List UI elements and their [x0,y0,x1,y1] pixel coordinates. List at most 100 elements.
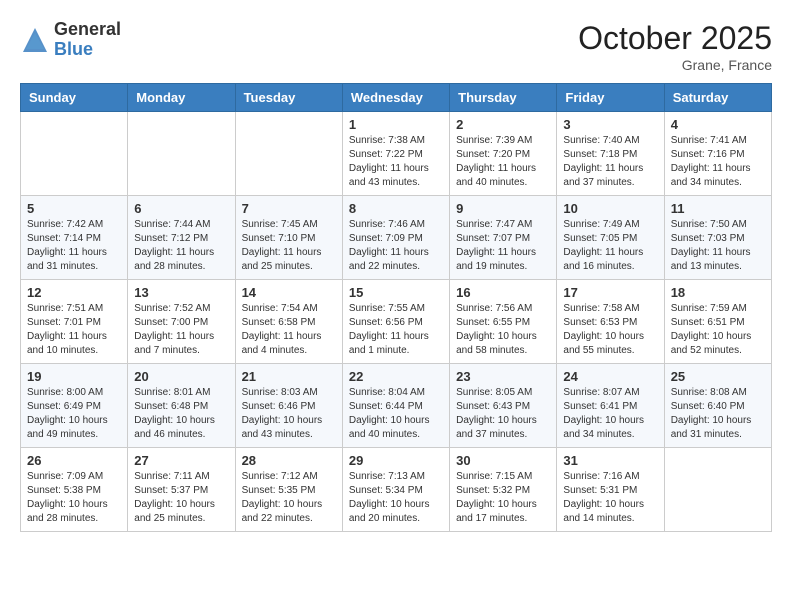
day-cell: 25 Sunrise: 8:08 AM Sunset: 6:40 PM Dayli… [664,364,771,448]
day-cell: 6Sunrise: 7:44 AM Sunset: 7:12 PM Daylig… [128,196,235,280]
day-info: Sunrise: 7:38 AM Sunset: 7:22 PM Dayligh… [349,134,443,190]
day-cell: 17 Sunrise: 7:58 AM Sunset: 6:53 PM Dayli… [557,280,664,364]
day-info: Sunrise: 7:39 AM Sunset: 7:20 PM Dayligh… [456,134,550,190]
header-friday: Friday [557,84,664,112]
day-cell: 21 Sunrise: 8:03 AM Sunset: 6:46 PM Dayli… [235,364,342,448]
day-cell: 19 Sunrise: 8:00 AM Sunset: 6:49 PM Dayli… [21,364,128,448]
day-number: 16 [456,285,550,300]
title-block: October 2025 Grane, France [578,20,772,73]
day-info: Sunrise: 7:42 AM Sunset: 7:14 PM Dayligh… [27,218,121,274]
month-title: October 2025 [578,20,772,57]
header: General Blue October 2025 Grane, France [20,20,772,73]
day-cell: 13Sunrise: 7:52 AM Sunset: 7:00 PM Dayli… [128,280,235,364]
day-cell: 27 Sunrise: 7:11 AM Sunset: 5:37 PM Dayli… [128,448,235,532]
day-info: Sunrise: 8:07 AM Sunset: 6:41 PM Dayligh… [563,386,657,442]
day-cell: 4 Sunrise: 7:41 AM Sunset: 7:16 PM Daylig… [664,112,771,196]
day-number: 19 [27,369,121,384]
day-number: 29 [349,453,443,468]
day-number: 3 [563,117,657,132]
location: Grane, France [578,57,772,73]
day-info: Sunrise: 7:46 AM Sunset: 7:09 PM Dayligh… [349,218,443,274]
logo-general: General [54,20,121,40]
day-info: Sunrise: 8:08 AM Sunset: 6:40 PM Dayligh… [671,386,765,442]
week-row-1: 1 Sunrise: 7:38 AM Sunset: 7:22 PM Daylig… [21,112,772,196]
day-info: Sunrise: 7:56 AM Sunset: 6:55 PM Dayligh… [456,302,550,358]
header-sunday: Sunday [21,84,128,112]
day-number: 21 [242,369,336,384]
day-cell [21,112,128,196]
day-info: Sunrise: 7:52 AM Sunset: 7:00 PM Dayligh… [134,302,228,358]
day-cell [235,112,342,196]
day-cell: 3 Sunrise: 7:40 AM Sunset: 7:18 PM Daylig… [557,112,664,196]
day-cell: 22Sunrise: 8:04 AM Sunset: 6:44 PM Dayli… [342,364,449,448]
day-cell: 16 Sunrise: 7:56 AM Sunset: 6:55 PM Dayli… [450,280,557,364]
header-wednesday: Wednesday [342,84,449,112]
day-number: 14 [242,285,336,300]
header-tuesday: Tuesday [235,84,342,112]
day-cell: 24 Sunrise: 8:07 AM Sunset: 6:41 PM Dayli… [557,364,664,448]
day-info: Sunrise: 7:58 AM Sunset: 6:53 PM Dayligh… [563,302,657,358]
day-number: 9 [456,201,550,216]
day-cell [128,112,235,196]
day-number: 18 [671,285,765,300]
day-number: 30 [456,453,550,468]
day-info: Sunrise: 7:55 AM Sunset: 6:56 PM Dayligh… [349,302,443,358]
day-cell: 10Sunrise: 7:49 AM Sunset: 7:05 PM Dayli… [557,196,664,280]
day-info: Sunrise: 7:40 AM Sunset: 7:18 PM Dayligh… [563,134,657,190]
day-number: 6 [134,201,228,216]
day-info: Sunrise: 7:11 AM Sunset: 5:37 PM Dayligh… [134,470,228,526]
day-cell: 8 Sunrise: 7:46 AM Sunset: 7:09 PM Daylig… [342,196,449,280]
day-cell: 12 Sunrise: 7:51 AM Sunset: 7:01 PM Dayli… [21,280,128,364]
day-info: Sunrise: 8:03 AM Sunset: 6:46 PM Dayligh… [242,386,336,442]
day-info: Sunrise: 8:00 AM Sunset: 6:49 PM Dayligh… [27,386,121,442]
day-cell: 5 Sunrise: 7:42 AM Sunset: 7:14 PM Daylig… [21,196,128,280]
day-info: Sunrise: 7:49 AM Sunset: 7:05 PM Dayligh… [563,218,657,274]
day-cell: 1 Sunrise: 7:38 AM Sunset: 7:22 PM Daylig… [342,112,449,196]
day-number: 28 [242,453,336,468]
week-row-4: 19 Sunrise: 8:00 AM Sunset: 6:49 PM Dayli… [21,364,772,448]
calendar: Sunday Monday Tuesday Wednesday Thursday… [20,83,772,532]
day-number: 8 [349,201,443,216]
day-info: Sunrise: 7:54 AM Sunset: 6:58 PM Dayligh… [242,302,336,358]
logo-text: General Blue [54,20,121,60]
day-info: Sunrise: 7:13 AM Sunset: 5:34 PM Dayligh… [349,470,443,526]
day-number: 5 [27,201,121,216]
day-cell: 7 Sunrise: 7:45 AM Sunset: 7:10 PM Daylig… [235,196,342,280]
day-number: 12 [27,285,121,300]
day-cell: 29 Sunrise: 7:13 AM Sunset: 5:34 PM Dayli… [342,448,449,532]
day-cell: 28Sunrise: 7:12 AM Sunset: 5:35 PM Dayli… [235,448,342,532]
day-number: 25 [671,369,765,384]
day-number: 7 [242,201,336,216]
day-info: Sunrise: 8:05 AM Sunset: 6:43 PM Dayligh… [456,386,550,442]
day-cell: 15Sunrise: 7:55 AM Sunset: 6:56 PM Dayli… [342,280,449,364]
day-info: Sunrise: 7:50 AM Sunset: 7:03 PM Dayligh… [671,218,765,274]
day-info: Sunrise: 7:41 AM Sunset: 7:16 PM Dayligh… [671,134,765,190]
header-monday: Monday [128,84,235,112]
header-saturday: Saturday [664,84,771,112]
day-cell: 31Sunrise: 7:16 AM Sunset: 5:31 PM Dayli… [557,448,664,532]
day-info: Sunrise: 7:47 AM Sunset: 7:07 PM Dayligh… [456,218,550,274]
day-number: 31 [563,453,657,468]
day-info: Sunrise: 7:59 AM Sunset: 6:51 PM Dayligh… [671,302,765,358]
day-number: 26 [27,453,121,468]
day-number: 17 [563,285,657,300]
day-number: 20 [134,369,228,384]
day-info: Sunrise: 7:45 AM Sunset: 7:10 PM Dayligh… [242,218,336,274]
day-info: Sunrise: 7:51 AM Sunset: 7:01 PM Dayligh… [27,302,121,358]
day-cell [664,448,771,532]
header-thursday: Thursday [450,84,557,112]
day-number: 1 [349,117,443,132]
day-cell: 9 Sunrise: 7:47 AM Sunset: 7:07 PM Daylig… [450,196,557,280]
page-container: General Blue October 2025 Grane, France … [20,20,772,532]
logo-blue: Blue [54,40,121,60]
logo-icon [20,25,50,55]
day-cell: 11Sunrise: 7:50 AM Sunset: 7:03 PM Dayli… [664,196,771,280]
week-row-3: 12 Sunrise: 7:51 AM Sunset: 7:01 PM Dayli… [21,280,772,364]
day-cell: 26Sunrise: 7:09 AM Sunset: 5:38 PM Dayli… [21,448,128,532]
day-number: 4 [671,117,765,132]
day-number: 23 [456,369,550,384]
day-info: Sunrise: 8:04 AM Sunset: 6:44 PM Dayligh… [349,386,443,442]
day-number: 24 [563,369,657,384]
week-row-5: 26Sunrise: 7:09 AM Sunset: 5:38 PM Dayli… [21,448,772,532]
day-number: 27 [134,453,228,468]
